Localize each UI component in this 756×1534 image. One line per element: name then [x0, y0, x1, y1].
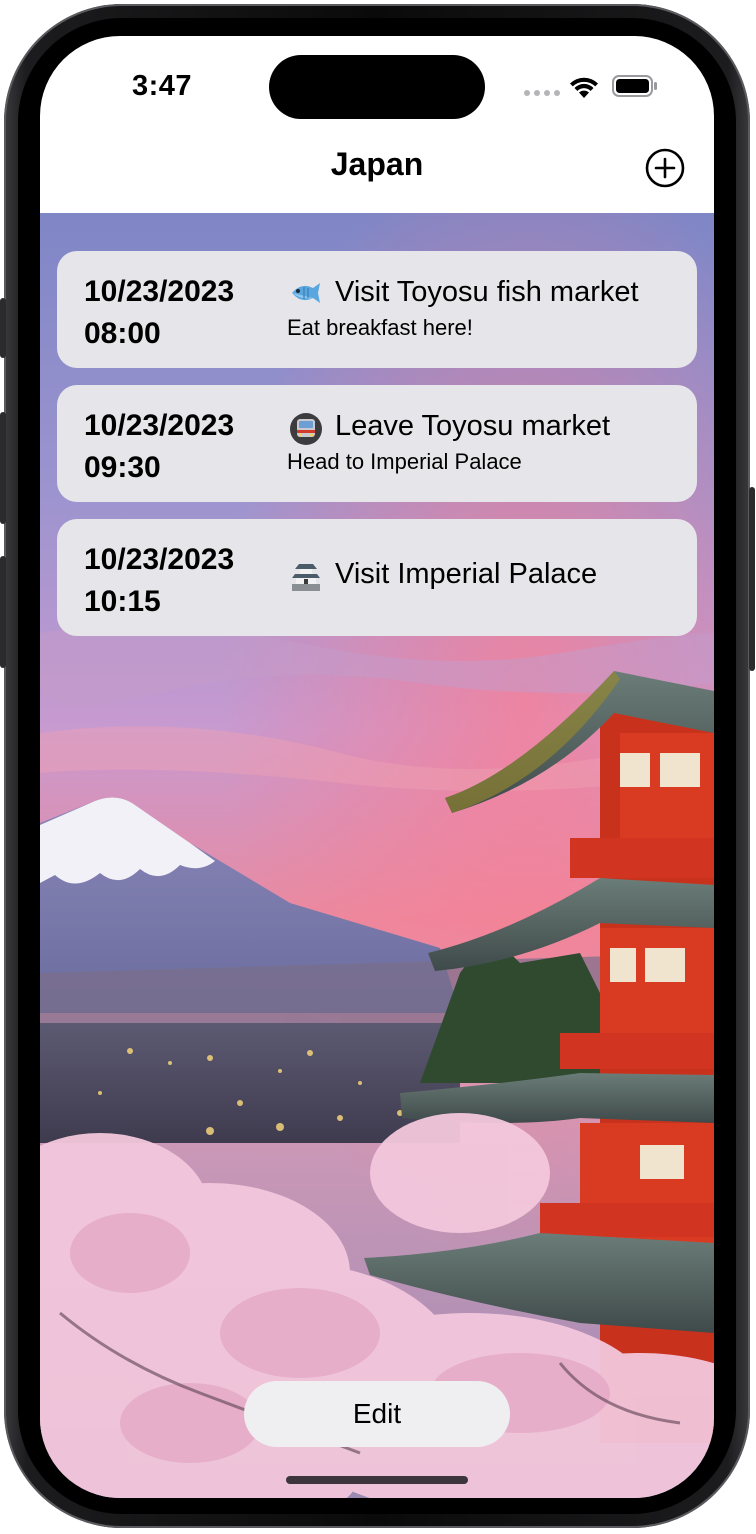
event-subtitle: Head to Imperial Palace [287, 449, 522, 474]
event-time: 10:15 [84, 585, 161, 618]
event-date-time: 10/23/2023 10:15 [84, 539, 234, 623]
castle-emoji [292, 564, 320, 591]
cellular-signal-icon [524, 90, 560, 98]
dynamic-island [269, 55, 485, 119]
plus-circle-icon[interactable] [644, 147, 686, 189]
event-date: 10/23/2023 [84, 409, 235, 442]
side-button-power [749, 487, 755, 671]
background-photo: 10/23/2023 08:00 Visit Toyosu fish marke… [40, 213, 714, 1498]
status-time: 3:47 [132, 70, 193, 102]
page-title: Japan [330, 146, 424, 182]
itinerary-row[interactable]: 10/23/2023 10:15 Visit Imperial Palace [57, 519, 697, 636]
wifi-icon [570, 77, 598, 98]
train-emoji [290, 413, 322, 445]
event-title: Visit Imperial Palace [335, 558, 598, 590]
event-subtitle: Eat breakfast here! [287, 315, 473, 340]
side-button-mute [0, 298, 6, 358]
screen: 3:47 Japan 10/23/2023 08:00 Visit Toyosu… [40, 36, 714, 1498]
itinerary-row[interactable]: 10/23/2023 08:00 Visit Toyosu fish marke… [57, 251, 697, 368]
event-time: 08:00 [84, 317, 161, 350]
side-button-volume-down [0, 556, 6, 668]
home-indicator[interactable] [286, 1476, 468, 1484]
event-date: 10/23/2023 [84, 543, 235, 576]
status-bar: 3:47 [40, 36, 714, 136]
event-title: Leave Toyosu market [335, 410, 611, 442]
event-date: 10/23/2023 [84, 275, 235, 308]
edit-button[interactable]: Edit [244, 1381, 510, 1447]
side-button-volume-up [0, 412, 6, 524]
event-time: 09:30 [84, 451, 161, 484]
event-date-time: 10/23/2023 09:30 [84, 405, 234, 489]
fish-emoji [292, 283, 320, 303]
event-date-time: 10/23/2023 08:00 [84, 271, 234, 355]
navigation-bar: Japan [40, 136, 714, 213]
battery-icon [612, 75, 657, 97]
event-title: Visit Toyosu fish market [335, 276, 639, 308]
itinerary-row[interactable]: 10/23/2023 09:30 Leave Toyosu market Hea… [57, 385, 697, 502]
